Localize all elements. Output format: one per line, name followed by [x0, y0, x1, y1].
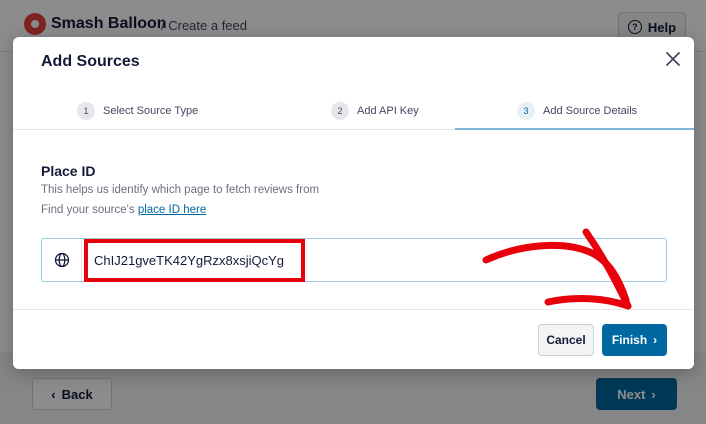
- close-button[interactable]: [661, 47, 685, 71]
- active-step-indicator: [455, 128, 694, 130]
- close-icon: [666, 52, 680, 66]
- globe-icon-box: [42, 239, 82, 281]
- cancel-button[interactable]: Cancel: [538, 324, 594, 356]
- chevron-right-icon: ›: [653, 333, 658, 347]
- step-number: 3: [517, 102, 535, 120]
- step-add-api-key: 2 Add API Key: [331, 99, 419, 123]
- step-label: Add Source Details: [543, 105, 638, 117]
- step-add-source-details: 3 Add Source Details: [517, 99, 637, 123]
- place-id-link-line: Find your source's place ID here: [41, 204, 206, 216]
- link-prefix: Find your source's: [41, 204, 135, 216]
- step-label: Select Source Type: [103, 105, 199, 117]
- place-id-input[interactable]: [94, 249, 654, 271]
- add-sources-modal: Add Sources 1 Select Source Type 2 Add A…: [13, 37, 694, 369]
- steps-bar: 1 Select Source Type 2 Add API Key 3 Add…: [13, 93, 694, 130]
- modal-body: Place ID This helps us identify which pa…: [13, 131, 694, 309]
- place-id-label: Place ID: [41, 163, 96, 179]
- step-label: Add API Key: [357, 105, 419, 117]
- finish-button[interactable]: Finish ›: [602, 324, 667, 356]
- step-number: 1: [77, 102, 95, 120]
- place-id-field: [41, 238, 667, 282]
- place-id-help: This helps us identify which page to fet…: [41, 184, 320, 196]
- step-select-source-type: 1 Select Source Type: [77, 99, 198, 123]
- step-number: 2: [331, 102, 349, 120]
- modal-footer: Cancel Finish ›: [13, 309, 694, 369]
- place-id-link[interactable]: place ID here: [138, 204, 206, 216]
- finish-label: Finish: [611, 333, 648, 347]
- modal-title: Add Sources: [41, 53, 140, 70]
- globe-icon: [54, 252, 69, 268]
